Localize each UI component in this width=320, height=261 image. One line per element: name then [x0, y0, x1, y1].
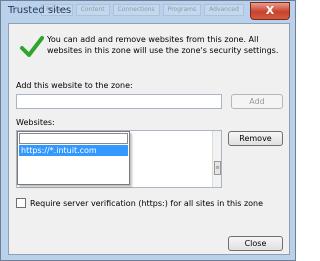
background-tab: Connections: [112, 4, 160, 16]
remove-button[interactable]: Remove: [228, 131, 283, 146]
require-https-row[interactable]: Require server verification (https:) for…: [16, 198, 263, 208]
background-tab: Programs: [162, 4, 202, 16]
list-item[interactable]: https://*.intuit.com: [19, 145, 128, 156]
close-button[interactable]: Close: [228, 236, 283, 251]
websites-dropdown-overlay[interactable]: https://*.intuit.com: [17, 131, 130, 185]
add-website-input[interactable]: [16, 94, 222, 109]
require-https-checkbox[interactable]: [16, 198, 26, 208]
close-icon: X: [265, 4, 275, 17]
add-button[interactable]: Add: [231, 94, 283, 109]
trusted-sites-dialog: Privacy Content Connections Programs Adv…: [0, 0, 296, 261]
window-title: Trusted sites: [8, 5, 72, 16]
scroll-thumb[interactable]: ≡: [214, 161, 221, 175]
checkmark-icon: [20, 36, 44, 57]
websites-scrollbar[interactable]: ≡: [212, 131, 221, 187]
background-tab: Content: [75, 4, 110, 16]
close-window-button[interactable]: X: [250, 2, 290, 20]
add-website-label: Add this website to the zone:: [16, 81, 133, 90]
websites-label: Websites:: [16, 118, 55, 127]
overlay-edit-box[interactable]: [19, 133, 128, 144]
intro-text: You can add and remove websites from thi…: [47, 35, 279, 55]
background-tab: Advanced: [204, 4, 244, 16]
dialog-body: You can add and remove websites from thi…: [8, 23, 290, 255]
require-https-label: Require server verification (https:) for…: [30, 198, 264, 208]
background-tab-strip: Privacy Content Connections Programs Adv…: [41, 4, 244, 16]
title-bar[interactable]: Privacy Content Connections Programs Adv…: [1, 1, 295, 23]
